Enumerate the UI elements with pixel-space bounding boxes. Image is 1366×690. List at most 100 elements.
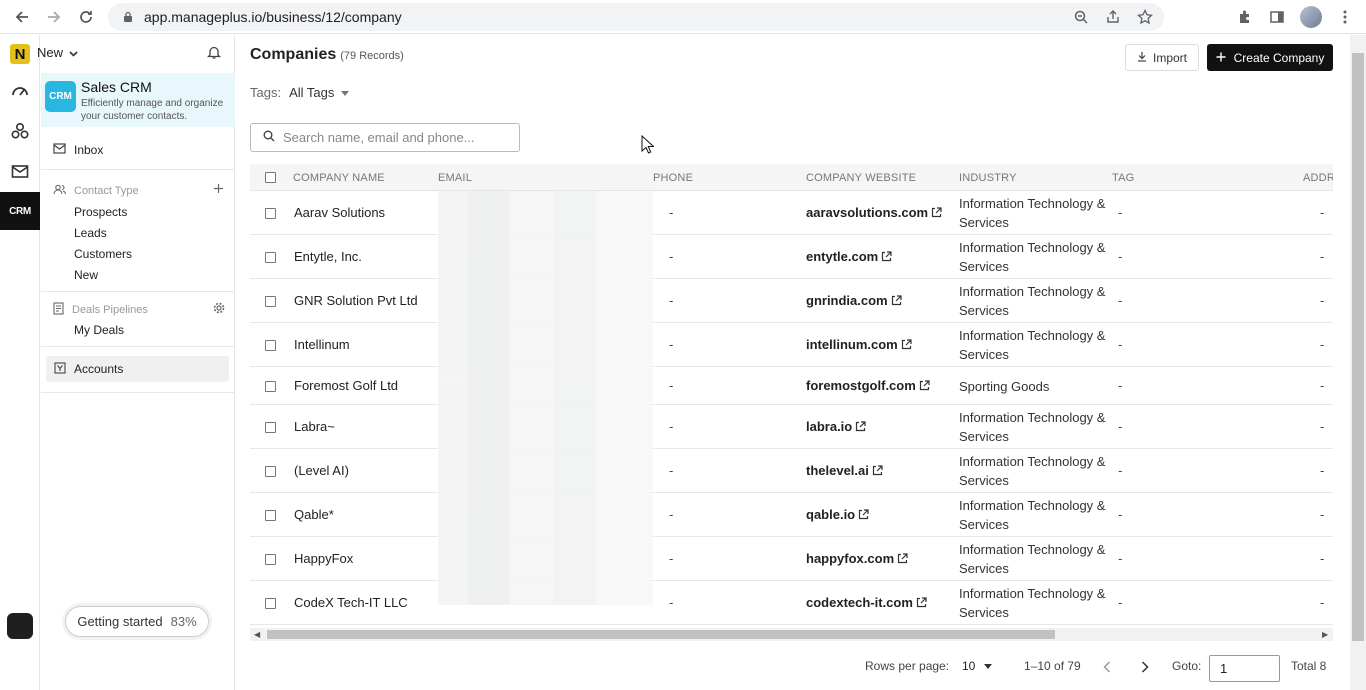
external-link-icon[interactable] [881,251,892,262]
prev-page-icon[interactable] [1103,661,1111,676]
address-bar[interactable]: app.manageplus.io/business/12/company [108,3,1164,31]
vertical-scroll-thumb[interactable] [1352,53,1364,641]
user-avatar[interactable] [7,613,33,639]
row-checkbox[interactable] [265,466,276,477]
back-icon[interactable] [6,1,38,33]
tags-select[interactable]: All Tags [289,85,349,100]
website-link[interactable]: gnrindia.com [806,293,888,308]
website-cell[interactable]: gnrindia.com [806,293,902,308]
column-phone[interactable]: PHONE [653,172,693,184]
row-checkbox[interactable] [265,510,276,521]
pipeline-settings-gear-icon[interactable] [213,302,225,317]
website-cell[interactable]: foremostgolf.com [806,378,930,393]
select-all-checkbox[interactable] [265,172,276,183]
row-checkbox[interactable] [265,296,276,307]
company-name-cell[interactable]: Intellinum [294,337,350,352]
sidebar-item-new[interactable]: New [74,268,98,282]
create-company-button[interactable]: Create Company [1207,44,1333,71]
import-button[interactable]: Import [1125,44,1199,71]
table-row[interactable]: Labra~ - labra.io Information Technology & … [250,405,1333,449]
external-link-icon[interactable] [872,465,883,476]
column-company-name[interactable]: COMPANY NAME [293,172,385,184]
scroll-right-icon[interactable]: ▶ [1322,630,1328,639]
goto-page-input[interactable]: 1 [1209,655,1280,682]
table-row[interactable]: Aarav Solutions - aaravsolutions.com Inform… [250,191,1333,235]
sidebar-item-leads[interactable]: Leads [74,226,107,240]
sidebar-item-prospects[interactable]: Prospects [74,205,127,219]
side-panel-icon[interactable] [1268,8,1286,26]
website-link[interactable]: thelevel.ai [806,463,869,478]
search-box[interactable] [250,123,520,152]
crm-module-card[interactable]: CRM Sales CRM Efficiently manage and org… [41,73,235,127]
row-checkbox[interactable] [265,208,276,219]
website-link[interactable]: codextech-it.com [806,595,913,610]
external-link-icon[interactable] [858,509,869,520]
mail-campaign-icon[interactable] [0,152,40,190]
rows-per-page-select[interactable]: 10 [962,659,992,673]
reload-icon[interactable] [70,1,102,33]
integrations-icon[interactable] [0,112,40,150]
column-email[interactable]: EMAIL [438,172,472,184]
dashboard-icon[interactable] [0,72,40,110]
horizontal-scrollbar[interactable]: ◀ ▶ [250,628,1333,641]
external-link-icon[interactable] [855,421,866,432]
external-link-icon[interactable] [919,380,930,391]
column-industry[interactable]: INDUSTRY [959,172,1017,184]
forward-icon[interactable] [38,1,70,33]
external-link-icon[interactable] [891,295,902,306]
zoom-icon[interactable] [1072,8,1090,26]
workspace-select[interactable]: New [37,45,78,60]
website-cell[interactable]: codextech-it.com [806,595,927,610]
website-link[interactable]: intellinum.com [806,337,898,352]
table-row[interactable]: (Level AI) - thelevel.ai Information Techno… [250,449,1333,493]
vertical-scrollbar[interactable] [1350,35,1366,690]
extensions-icon[interactable] [1236,8,1254,26]
column-tag[interactable]: TAG [1112,172,1134,184]
profile-avatar[interactable] [1300,6,1322,28]
crm-rail-item[interactable]: CRM [0,192,40,230]
bookmark-star-icon[interactable] [1136,8,1154,26]
company-name-cell[interactable]: Qable* [294,507,334,522]
table-row[interactable]: GNR Solution Pvt Ltd - gnrindia.com Informa… [250,279,1333,323]
website-cell[interactable]: thelevel.ai [806,463,883,478]
table-row[interactable]: Qable* - qable.io Information Technology & … [250,493,1333,537]
external-link-icon[interactable] [931,207,942,218]
website-cell[interactable]: intellinum.com [806,337,912,352]
website-link[interactable]: aaravsolutions.com [806,205,928,220]
row-checkbox[interactable] [265,252,276,263]
company-name-cell[interactable]: GNR Solution Pvt Ltd [294,293,418,308]
search-input[interactable] [283,130,503,145]
website-cell[interactable]: happyfox.com [806,551,908,566]
website-link[interactable]: happyfox.com [806,551,894,566]
company-name-cell[interactable]: Aarav Solutions [294,205,385,220]
sidebar-item-customers[interactable]: Customers [74,247,132,261]
website-cell[interactable]: aaravsolutions.com [806,205,942,220]
website-link[interactable]: entytle.com [806,249,878,264]
company-name-cell[interactable]: Foremost Golf Ltd [294,378,398,393]
horizontal-scroll-thumb[interactable] [267,630,1055,639]
row-checkbox[interactable] [265,422,276,433]
table-row[interactable]: Foremost Golf Ltd - foremostgolf.com Sporti… [250,367,1333,405]
external-link-icon[interactable] [897,553,908,564]
website-cell[interactable]: entytle.com [806,249,892,264]
row-checkbox[interactable] [265,381,276,392]
company-name-cell[interactable]: Labra~ [294,419,335,434]
external-link-icon[interactable] [916,597,927,608]
website-cell[interactable]: qable.io [806,507,869,522]
website-link[interactable]: qable.io [806,507,855,522]
table-row[interactable]: HappyFox - happyfox.com Information Technol… [250,537,1333,581]
external-link-icon[interactable] [901,339,912,350]
app-logo[interactable]: N [10,44,30,64]
row-checkbox[interactable] [265,554,276,565]
column-company-website[interactable]: COMPANY WEBSITE [806,172,916,184]
next-page-icon[interactable] [1141,661,1149,676]
company-name-cell[interactable]: HappyFox [294,551,353,566]
row-checkbox[interactable] [265,340,276,351]
website-cell[interactable]: labra.io [806,419,866,434]
scroll-left-icon[interactable]: ◀ [254,630,260,639]
row-checkbox[interactable] [265,598,276,609]
add-contact-type-icon[interactable] [213,182,224,197]
kebab-menu-icon[interactable] [1336,8,1354,26]
sidebar-item-my-deals[interactable]: My Deals [74,323,124,337]
share-icon[interactable] [1104,8,1122,26]
